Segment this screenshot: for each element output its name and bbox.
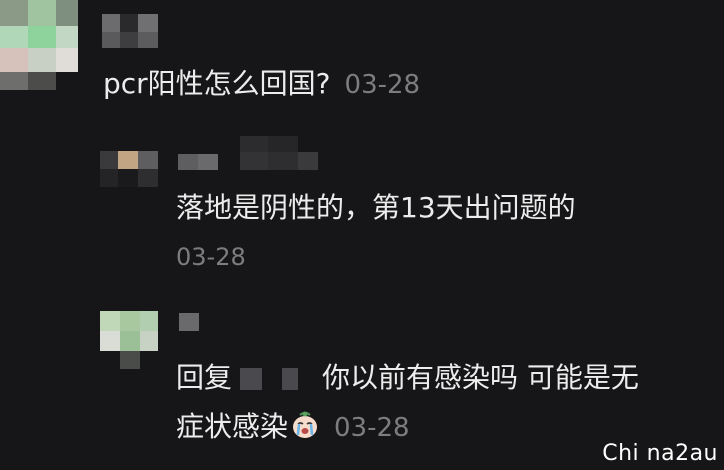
comment-date: 03-28 xyxy=(344,70,421,100)
reply-text-line-2: 症状感染 03-28 xyxy=(176,409,410,446)
reply-prefix: 回复 xyxy=(176,361,233,394)
reply-text-line-1: 回复 你以前有感染吗 可能是无 xyxy=(176,360,639,396)
comment-body: pcr阳性怎么回国? xyxy=(103,67,331,100)
reply-date: 03-28 xyxy=(176,243,246,271)
comment-text: pcr阳性怎么回国? 03-28 xyxy=(103,66,420,103)
mentioned-username[interactable] xyxy=(240,368,308,390)
reply-body-line-2: 症状感染 xyxy=(176,410,289,443)
reply-text: 落地是阴性的，第13天出问题的 xyxy=(176,191,576,224)
reply-date: 03-28 xyxy=(334,413,410,443)
crying-face-emoji-icon xyxy=(290,410,320,440)
reply-body-line-1: 你以前有感染吗 可能是无 xyxy=(322,361,639,394)
watermark: Chi na2au xyxy=(602,441,718,466)
